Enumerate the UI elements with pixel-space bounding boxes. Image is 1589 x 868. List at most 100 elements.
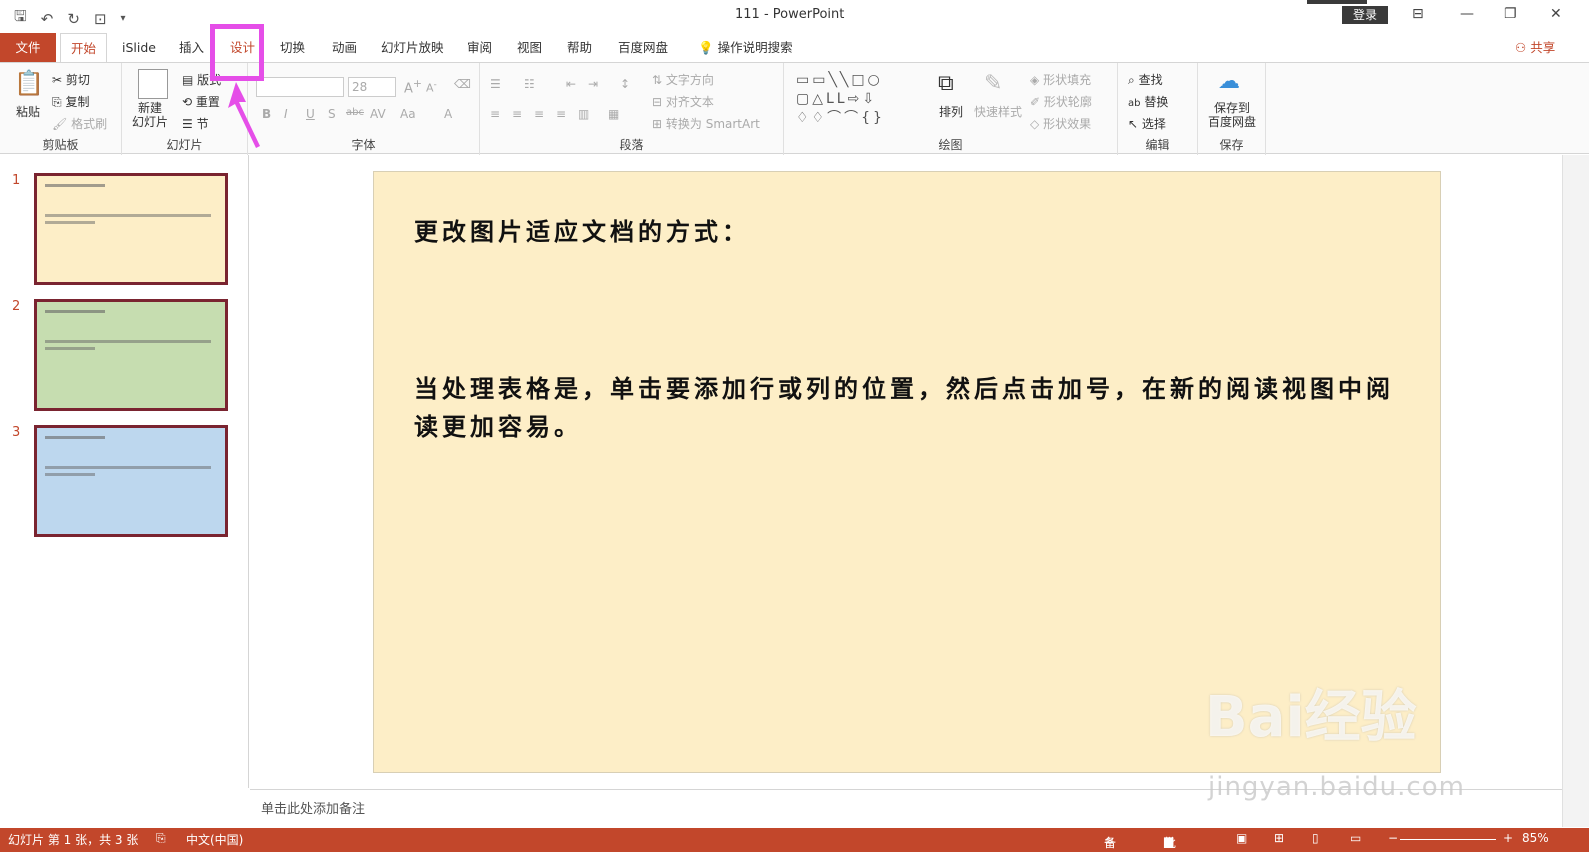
slide-body-text[interactable]: 当处理表格是，单击要添加行或列的位置，然后点击加号，在新的阅读视图中阅读更加容易…: [414, 370, 1404, 446]
tab-transitions[interactable]: 切换: [270, 33, 315, 62]
save-to-baidu-button[interactable]: 保存到 百度网盘: [1208, 101, 1256, 129]
tab-slideshow[interactable]: 幻灯片放映: [371, 33, 454, 62]
align-text-button[interactable]: ⊟ 对齐文本: [652, 93, 714, 110]
strikethrough-icon[interactable]: abc: [346, 107, 364, 118]
new-slide-icon[interactable]: [138, 69, 168, 99]
ribbon-display-icon[interactable]: ⊟: [1412, 6, 1424, 22]
section-icon: ☰: [182, 117, 193, 131]
reset-button[interactable]: ⟲ 重置: [182, 93, 220, 110]
customize-qat-icon[interactable]: ▾: [121, 13, 126, 24]
copy-button[interactable]: ⎘ 复制: [52, 93, 89, 110]
arrange-icon[interactable]: ⧉: [938, 71, 968, 101]
zoom-level[interactable]: 85%: [1522, 831, 1549, 845]
share-button[interactable]: ⚇ 共享: [1505, 33, 1565, 62]
underline-icon[interactable]: U: [306, 107, 315, 121]
shapes-gallery[interactable]: ▭▭╲╲□○ ▢△ᒪᒪ⇨⇩ ♢♢⌒⌒{}: [796, 71, 924, 131]
normal-view-icon[interactable]: ▣: [1236, 831, 1247, 845]
italic-icon[interactable]: I: [284, 107, 288, 121]
distributed-icon[interactable]: ▥: [578, 107, 589, 121]
tab-view[interactable]: 视图: [507, 33, 552, 62]
paint-bucket-icon: ◈: [1030, 73, 1040, 87]
presentation-icon[interactable]: ⊡: [94, 10, 107, 28]
section-button[interactable]: ☰ 节: [182, 115, 209, 132]
line-spacing-icon[interactable]: ↕: [620, 77, 630, 91]
language-indicator[interactable]: 中文(中国): [186, 831, 243, 848]
zoom-slider[interactable]: [1400, 839, 1496, 840]
format-painter-button[interactable]: 🖌 格式刷: [52, 115, 107, 132]
align-right-icon[interactable]: ≡: [534, 107, 544, 121]
clear-format-icon[interactable]: ⌫: [454, 77, 471, 91]
cut-button[interactable]: ✂ 剪切: [52, 71, 90, 88]
find-button[interactable]: ⌕ 查找: [1128, 71, 1163, 88]
shape-fill-button[interactable]: ◈ 形状填充: [1030, 71, 1091, 88]
replace-button[interactable]: ab 替换: [1128, 93, 1168, 110]
paste-icon[interactable]: 📋: [14, 69, 44, 99]
slide-number-2: 2: [12, 299, 21, 314]
thumb-text-line: [45, 310, 105, 313]
cursor-icon: ↖: [1128, 117, 1139, 131]
increase-indent-icon[interactable]: ⇥: [588, 77, 598, 91]
paste-button[interactable]: 粘贴: [16, 103, 40, 120]
align-left-icon[interactable]: ≡: [490, 107, 500, 121]
tab-home[interactable]: 开始: [60, 33, 108, 62]
slide-sorter-icon[interactable]: ⊞: [1274, 831, 1284, 845]
bullets-icon[interactable]: ☰: [490, 77, 501, 91]
font-size-field[interactable]: 28: [348, 77, 396, 97]
grow-font-icon[interactable]: A+: [404, 77, 422, 96]
tab-file[interactable]: 文件: [0, 33, 56, 62]
vertical-scrollbar[interactable]: [1562, 155, 1589, 827]
zoom-in-icon[interactable]: +: [1503, 831, 1513, 845]
shape-effects-button[interactable]: ◇ 形状效果: [1030, 115, 1091, 132]
effects-icon: ◇: [1030, 117, 1040, 131]
restore-icon[interactable]: ❐: [1504, 6, 1517, 22]
align-center-icon[interactable]: ≡: [512, 107, 522, 121]
char-spacing-icon[interactable]: AV: [370, 107, 386, 121]
tab-insert[interactable]: 插入: [169, 33, 214, 62]
undo-icon[interactable]: ↶: [41, 10, 54, 28]
select-button[interactable]: ↖ 选择: [1128, 115, 1166, 132]
justify-icon[interactable]: ≡: [556, 107, 566, 121]
close-icon[interactable]: ✕: [1550, 6, 1562, 22]
shadow-icon[interactable]: S: [328, 107, 336, 121]
baidu-watermark-url: jingyan.baidu.com: [1208, 772, 1465, 802]
slide-thumbnail-3[interactable]: [34, 425, 228, 537]
window-title: 111 - PowerPoint: [735, 7, 845, 22]
zoom-out-icon[interactable]: −: [1388, 831, 1398, 845]
login-button[interactable]: 登录: [1342, 6, 1388, 24]
numbering-icon[interactable]: ☷: [524, 77, 535, 91]
tab-help[interactable]: 帮助: [557, 33, 602, 62]
change-case-icon[interactable]: Aa: [400, 107, 416, 121]
shrink-font-icon[interactable]: A-: [426, 79, 437, 95]
decrease-indent-icon[interactable]: ⇤: [566, 77, 576, 91]
arrange-button[interactable]: 排列: [939, 103, 963, 120]
align-text-label: 对齐文本: [665, 95, 714, 109]
text-direction-button[interactable]: ⇅ 文字方向: [652, 71, 714, 88]
shape-outline-button[interactable]: ✐ 形状轮廓: [1030, 93, 1092, 110]
tab-baidu-netdisk[interactable]: 百度网盘: [608, 33, 678, 62]
tab-animations[interactable]: 动画: [322, 33, 367, 62]
reading-view-icon[interactable]: ▯: [1312, 831, 1319, 845]
new-slide-button[interactable]: 新建 幻灯片: [132, 101, 168, 129]
notes-toggle-label: 备注: [1104, 836, 1117, 867]
columns-icon[interactable]: ▦: [608, 107, 619, 121]
baidu-cloud-icon[interactable]: ☁: [1218, 69, 1248, 99]
font-name-field[interactable]: [256, 77, 344, 97]
slides-thumbnail-pane: 1 2 3: [0, 155, 249, 788]
tell-me-search[interactable]: 💡 操作说明搜索: [688, 33, 803, 62]
slideshow-view-icon[interactable]: ▭: [1350, 831, 1361, 845]
tab-review[interactable]: 审阅: [457, 33, 502, 62]
spellcheck-icon[interactable]: ⎘: [156, 831, 166, 846]
save-icon[interactable]: 🖫: [14, 6, 27, 31]
quick-styles-button[interactable]: 快速样式: [974, 103, 1022, 120]
redo-icon[interactable]: ↻: [67, 10, 80, 28]
slide-thumbnail-2[interactable]: [34, 299, 228, 411]
layout-icon: ▤: [182, 73, 194, 87]
slide-thumbnail-1[interactable]: [34, 173, 228, 285]
tab-islide[interactable]: iSlide: [112, 33, 166, 62]
status-bar: 幻灯片 第 1 张，共 3 张 ⎘ 中文(中国) ≐ 备注 ▆ 批注 ▣ ⊞ ▯…: [0, 828, 1589, 867]
slide-title[interactable]: 更改图片适应文档的方式：: [414, 212, 750, 247]
quick-styles-icon[interactable]: ✎: [984, 71, 1014, 101]
convert-smartart-button[interactable]: ⊞ 转换为 SmartArt: [652, 115, 760, 132]
minimize-icon[interactable]: —: [1460, 6, 1474, 22]
font-color-icon[interactable]: A: [444, 107, 452, 121]
